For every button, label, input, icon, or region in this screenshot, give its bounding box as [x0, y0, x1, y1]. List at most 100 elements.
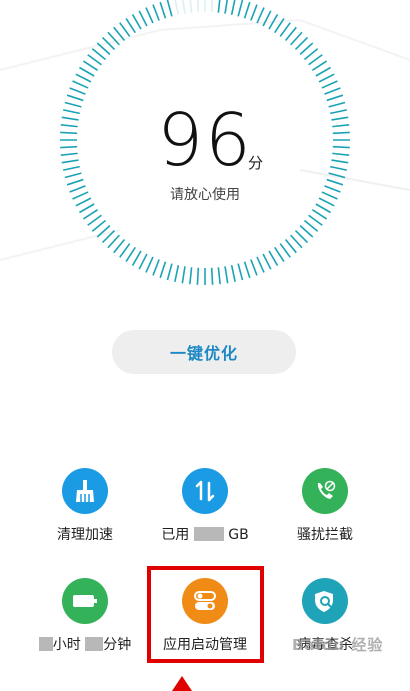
dial-tick	[119, 22, 131, 37]
data-transfer-icon	[182, 468, 228, 514]
harassment-block-label: 骚扰拦截	[297, 527, 353, 543]
dial-tick	[174, 0, 180, 15]
dial-tick	[321, 80, 338, 89]
dial-tick	[131, 14, 142, 30]
dial-tick	[237, 0, 244, 17]
dial-tick	[311, 60, 328, 71]
dial-tick	[217, 267, 221, 285]
dial-tick	[79, 66, 95, 77]
dial-tick	[181, 266, 186, 284]
dial-tick	[308, 214, 323, 226]
dial-tick	[138, 253, 148, 270]
dial-tick	[303, 48, 319, 61]
dial-tick	[274, 17, 285, 34]
dial-tick	[113, 26, 126, 42]
dial-tick	[91, 48, 107, 61]
dial-tick	[303, 219, 319, 232]
dial-tick	[159, 1, 167, 19]
data-usage-tile[interactable]: 已用 GB	[145, 468, 265, 568]
dial-tick	[91, 219, 107, 232]
redacted-value	[193, 527, 224, 541]
dial-tick	[268, 14, 279, 30]
dial-tick	[290, 31, 303, 46]
dial-tick	[101, 229, 116, 244]
watermark: Baidu 经验	[292, 636, 384, 654]
dial-tick	[101, 36, 116, 51]
dial-tick	[243, 1, 251, 19]
dial-tick	[274, 246, 285, 263]
dial-tick	[224, 0, 228, 14]
harassment-block-tile[interactable]: 骚扰拦截	[265, 468, 385, 568]
dial-tick	[284, 26, 297, 42]
dial-tick	[294, 36, 309, 51]
dial-tick	[87, 214, 102, 226]
battery-icon	[62, 578, 108, 624]
dial-tick	[217, 0, 221, 13]
battery-tile[interactable]: 小时 分钟	[25, 578, 145, 678]
cleanup-tile[interactable]: 清理加速	[25, 468, 145, 568]
highlight-box	[147, 566, 264, 663]
minutes-text: 分钟	[103, 637, 132, 653]
dial-tick	[230, 265, 236, 282]
virus-scan-tile[interactable]: 病毒查杀	[265, 578, 385, 678]
dial-tick	[96, 225, 111, 238]
dial-tick	[294, 229, 309, 244]
dial-tick	[299, 225, 314, 238]
cleanup-label: 清理加速	[57, 527, 113, 543]
dial-tick	[250, 259, 258, 276]
dial-tick	[189, 0, 193, 13]
dial-tick	[72, 80, 89, 89]
pointer-arrow	[172, 676, 192, 691]
dial-tick	[131, 250, 142, 266]
dial-tick	[315, 203, 331, 214]
dial-tick	[237, 263, 244, 281]
data-usage-prefix: 已用	[161, 527, 190, 543]
dial-tick	[138, 10, 148, 27]
dial-tick	[250, 4, 258, 21]
dial-tick	[318, 73, 335, 83]
broom-icon	[62, 468, 108, 514]
hours-text: 小时	[52, 637, 81, 653]
data-usage-unit: GB	[228, 527, 249, 543]
dial-tick	[324, 87, 341, 95]
dial-tick	[107, 234, 120, 249]
dial-tick	[196, 267, 200, 285]
dial-tick	[152, 259, 160, 276]
dial-tick	[113, 238, 126, 254]
dial-tick	[268, 250, 279, 266]
health-status: 请放心使用	[170, 187, 240, 203]
dial-tick	[82, 209, 99, 220]
dial-tick	[311, 209, 328, 220]
dial-tick	[262, 253, 272, 270]
dial-tick	[159, 261, 167, 279]
dial-tick	[152, 4, 160, 21]
dial-tick	[290, 234, 303, 249]
dial-tick	[284, 238, 297, 254]
dial-tick	[279, 22, 291, 37]
dial-tick	[210, 267, 214, 285]
dial-tick	[82, 60, 99, 71]
dial-tick	[256, 256, 265, 273]
dial-tick	[262, 10, 272, 27]
dial-tick	[96, 42, 111, 55]
dial-tick	[196, 0, 200, 13]
redacted-minutes	[85, 637, 104, 651]
dial-tick	[119, 243, 131, 258]
shield-scan-icon	[302, 578, 348, 624]
one-click-optimize-button[interactable]: 一键优化	[112, 330, 296, 374]
dial-tick	[145, 256, 154, 273]
battery-label: 小时 分钟	[25, 634, 145, 654]
dial-tick	[79, 203, 95, 214]
dial-tick	[182, 0, 186, 14]
dial-tick	[189, 267, 193, 285]
dial-tick	[69, 87, 86, 95]
dial-tick	[174, 265, 180, 282]
dial-tick	[299, 42, 314, 55]
dial-tick	[125, 17, 136, 34]
dial-tick	[256, 7, 265, 24]
dial-tick	[75, 73, 92, 83]
phone-block-icon	[302, 468, 348, 514]
dial-tick	[315, 66, 331, 77]
dial-tick	[243, 261, 251, 279]
dial-tick	[210, 0, 214, 13]
